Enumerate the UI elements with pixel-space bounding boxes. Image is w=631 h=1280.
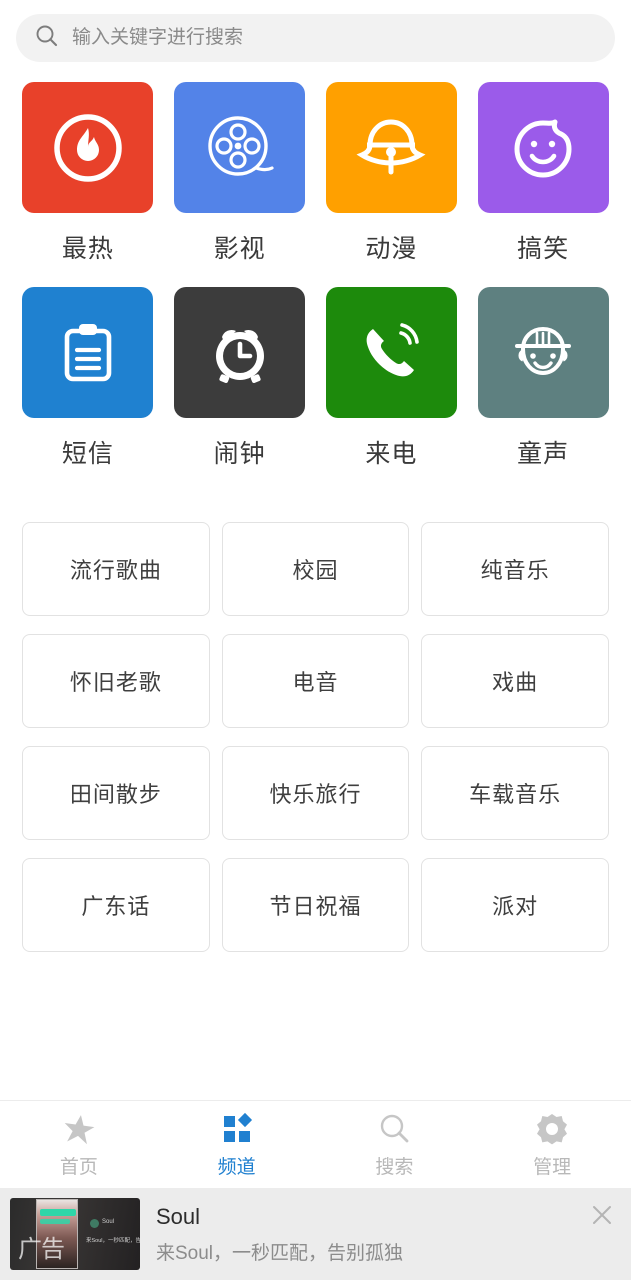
nav-label: 频道 xyxy=(217,1157,256,1178)
fire-circle-icon xyxy=(46,106,130,190)
nav-item-channel[interactable]: 频道 xyxy=(158,1101,316,1188)
tile-item-duanxin[interactable]: 短信 xyxy=(12,287,164,486)
ad-close-button[interactable] xyxy=(587,1202,617,1232)
chip-item[interactable]: 车载音乐 xyxy=(421,746,609,840)
search-bar[interactable] xyxy=(16,14,615,62)
chip-item[interactable]: 校园 xyxy=(221,522,410,616)
nav-item-search[interactable]: 搜索 xyxy=(316,1101,474,1188)
ad-title: Soul xyxy=(156,1203,201,1229)
tile-label: 来电 xyxy=(365,440,418,468)
tile-label: 最热 xyxy=(61,235,114,263)
ad-thumb-bar xyxy=(40,1209,76,1216)
search-input[interactable] xyxy=(72,27,597,49)
tile-item-gaoxiao[interactable]: 搞笑 xyxy=(467,82,619,281)
ad-thumb-copy: 来Soul，一秒匹配，告别孤独 xyxy=(86,1238,140,1244)
gear-icon xyxy=(534,1110,570,1148)
app-screen: 最热 影视 xyxy=(0,0,631,1280)
ad-subtitle: 来Soul，一秒匹配，告别孤独 xyxy=(156,1242,404,1264)
search-icon xyxy=(34,23,60,54)
search-section xyxy=(0,0,631,72)
tile-icon-box[interactable] xyxy=(22,82,154,213)
tile-icon-box[interactable] xyxy=(325,287,457,418)
chip-item[interactable]: 电音 xyxy=(221,634,410,728)
chip-item[interactable]: 广东话 xyxy=(22,858,210,952)
tile-item-zuire[interactable]: 最热 xyxy=(12,82,164,281)
star-icon xyxy=(61,1110,97,1148)
tile-item-laidian[interactable]: 来电 xyxy=(316,287,468,486)
tile-icon-box[interactable] xyxy=(477,287,609,418)
close-icon xyxy=(589,1202,615,1233)
tag-chip-grid: 流行歌曲 校园 纯音乐 怀旧老歌 电音 戏曲 田间散步 快乐旅行 车载音乐 广东… xyxy=(0,486,631,952)
ad-thumb-logo-icon xyxy=(90,1219,99,1228)
tile-label: 闹钟 xyxy=(213,440,266,468)
chip-item[interactable]: 流行歌曲 xyxy=(22,522,210,616)
ad-banner[interactable]: Soul 来Soul，一秒匹配，告别孤独 广告 Soul 来Soul，一秒匹配，… xyxy=(0,1188,631,1280)
tile-label: 童声 xyxy=(517,440,570,468)
tile-icon-box[interactable] xyxy=(174,287,306,418)
alarm-clock-icon xyxy=(198,311,282,395)
nav-label: 首页 xyxy=(59,1157,98,1178)
chip-item[interactable]: 派对 xyxy=(421,858,609,952)
tile-item-naozhong[interactable]: 闹钟 xyxy=(164,287,316,486)
chip-item[interactable]: 纯音乐 xyxy=(421,522,609,616)
tile-icon-box[interactable] xyxy=(325,82,457,213)
nav-item-manage[interactable]: 管理 xyxy=(473,1101,631,1188)
nav-item-home[interactable]: 首页 xyxy=(0,1101,158,1188)
tile-label: 影视 xyxy=(213,235,266,263)
search-icon xyxy=(376,1110,412,1148)
chip-item[interactable]: 戏曲 xyxy=(421,634,609,728)
nav-label: 搜索 xyxy=(375,1157,414,1178)
tile-item-tongsheng[interactable]: 童声 xyxy=(467,287,619,486)
clipboard-note-icon xyxy=(46,311,130,395)
category-tile-grid: 最热 影视 动漫 搞笑 短信 闹钟 来电 童声 xyxy=(0,72,631,486)
ad-thumb-logo-text: Soul xyxy=(102,1219,115,1225)
film-reel-icon xyxy=(198,106,282,190)
tile-label: 短信 xyxy=(61,440,114,468)
tile-icon-box[interactable] xyxy=(174,82,306,213)
ad-badge: 广告 xyxy=(18,1237,65,1263)
tile-icon-box[interactable] xyxy=(22,287,154,418)
ad-thumb-bar-secondary xyxy=(40,1219,70,1224)
grid-squares-icon xyxy=(219,1110,255,1148)
nav-label: 管理 xyxy=(533,1157,572,1178)
tile-label: 搞笑 xyxy=(517,235,570,263)
bell-cartoon-icon xyxy=(349,106,433,190)
tile-label: 动漫 xyxy=(365,235,418,263)
tile-item-yingshi[interactable]: 影视 xyxy=(164,82,316,281)
chip-item[interactable]: 快乐旅行 xyxy=(221,746,410,840)
ad-thumbnail[interactable]: Soul 来Soul，一秒匹配，告别孤独 广告 xyxy=(10,1198,140,1270)
chip-item[interactable]: 节日祝福 xyxy=(221,858,410,952)
tile-icon-box[interactable] xyxy=(477,82,609,213)
ringing-phone-icon xyxy=(349,311,433,395)
chip-item[interactable]: 田间散步 xyxy=(22,746,210,840)
child-face-icon xyxy=(501,311,585,395)
chip-item[interactable]: 怀旧老歌 xyxy=(22,634,210,728)
bottom-navigation: 首页 频道 搜索 管理 xyxy=(0,1100,631,1188)
smiley-face-icon xyxy=(501,106,585,190)
ad-text-block: Soul 来Soul，一秒匹配，告别孤独 xyxy=(156,1204,621,1265)
tile-item-dongman[interactable]: 动漫 xyxy=(316,82,468,281)
